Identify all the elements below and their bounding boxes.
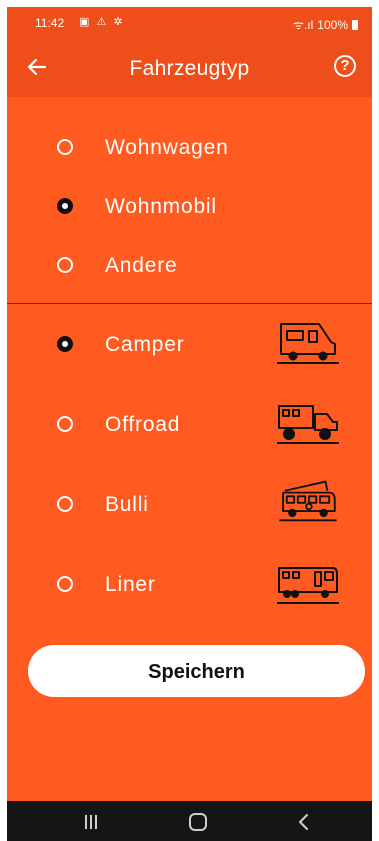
help-icon[interactable]: ?	[334, 55, 356, 77]
divider	[7, 303, 372, 304]
radio-button-selected[interactable]	[57, 198, 73, 214]
radio-button[interactable]	[57, 257, 73, 273]
notification-icons: ▣ ⚠ ✲	[79, 16, 125, 28]
app-screen: 11:42 ▣ ⚠ ✲ ᯤ.ıl 100% Fahrzeugtyp ? Wohn…	[7, 7, 372, 841]
battery-icon	[352, 19, 358, 30]
option-label: Wohnwagen	[105, 136, 229, 159]
radio-button[interactable]	[57, 139, 73, 155]
system-nav-bar	[7, 801, 372, 841]
battery-level: 100%	[317, 17, 348, 32]
home-icon[interactable]	[189, 813, 207, 831]
option-label: Liner	[105, 573, 156, 596]
recents-icon[interactable]	[83, 814, 99, 830]
option-label: Camper	[105, 333, 185, 356]
option-label: Offroad	[105, 413, 181, 436]
save-button[interactable]: Speichern	[28, 645, 365, 697]
option-label: Andere	[105, 254, 178, 277]
option-wohnwagen[interactable]: Wohnwagen	[7, 125, 372, 169]
option-wohnmobil[interactable]: Wohnmobil	[7, 184, 372, 228]
radio-button[interactable]	[57, 416, 73, 432]
liner-bus-icon	[277, 567, 339, 604]
status-time: 11:42	[35, 16, 65, 30]
radio-button[interactable]	[57, 576, 73, 592]
signal-icon: ᯤ.ıl	[293, 18, 314, 32]
radio-button[interactable]	[57, 496, 73, 512]
status-bar: 11:42 ▣ ⚠ ✲ ᯤ.ıl 100%	[7, 7, 372, 41]
page-title: Fahrzeugtyp	[129, 57, 250, 80]
radio-button-selected[interactable]	[57, 336, 73, 352]
option-label: Wohnmobil	[105, 195, 217, 218]
status-right: ᯤ.ıl 100%	[293, 16, 358, 33]
camper-icon	[277, 323, 339, 364]
option-label: Bulli	[105, 493, 149, 516]
bulli-van-icon	[279, 480, 337, 522]
option-andere[interactable]: Andere	[7, 243, 372, 287]
back-chevron-icon[interactable]	[297, 813, 311, 831]
offroad-truck-icon	[277, 405, 339, 444]
app-bar: Fahrzeugtyp ?	[7, 41, 372, 97]
